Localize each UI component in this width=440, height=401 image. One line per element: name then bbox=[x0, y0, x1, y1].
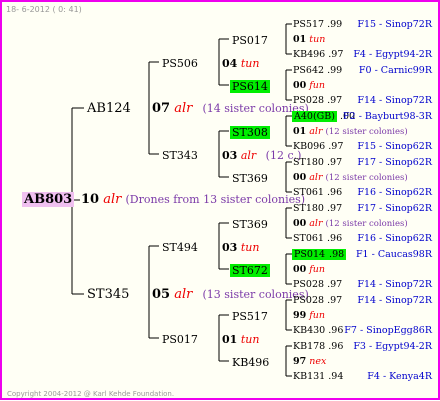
node-l3-ps517: PS517 bbox=[232, 310, 268, 323]
l4-origin-8: F15 - Sinop62R bbox=[357, 141, 432, 152]
l4-row-8: KB096 .97 bbox=[293, 141, 344, 152]
l4-origin-9: F17 - Sinop62R bbox=[357, 157, 432, 168]
l4-row-3: PS642 .99 bbox=[293, 65, 343, 76]
st308-label: ST308 bbox=[230, 126, 270, 139]
l4-origin-2: F4 - Egypt94-2R bbox=[353, 49, 432, 60]
l4-row-18: PS028 .97 bbox=[293, 295, 343, 306]
l4-row-22: 97 nex bbox=[293, 356, 327, 367]
node-l3-st369b: ST369 bbox=[232, 218, 268, 231]
ps506-tag: tun bbox=[240, 57, 260, 70]
st494-tag: tun bbox=[240, 241, 260, 254]
l4-origin-3: F0 - Carnic99R bbox=[358, 65, 432, 76]
l4-row-7: 01 alr (12 sister colonies) bbox=[293, 126, 408, 137]
node-l3-kb496: KB496 bbox=[232, 356, 270, 369]
st345-tag: alr bbox=[174, 287, 193, 302]
ps506-gen: 04 bbox=[222, 57, 238, 70]
l4-origin-0: F15 - Sinop72R bbox=[357, 19, 432, 30]
l4-row-10: 00 alr (12 sister colonies) bbox=[293, 172, 408, 183]
l4-row-19: 99 fun bbox=[293, 310, 326, 321]
node-st345: ST345 bbox=[87, 287, 130, 302]
root-gen: 10 bbox=[81, 192, 100, 207]
l4-origin-23: F4 - Kenya4R bbox=[367, 371, 432, 382]
mating-st345: 05 alr (13 sister colonies) bbox=[152, 287, 309, 302]
l4-origin-5: F14 - Sinop72R bbox=[357, 95, 432, 106]
mating-ps017: 01 tun bbox=[222, 333, 259, 346]
node-l3-st672: ST672 bbox=[230, 264, 270, 277]
copyright: Copyright 2004-2012 @ Karl Kehde Foundat… bbox=[7, 390, 175, 398]
root-tag: alr bbox=[103, 192, 122, 207]
l4-row-17: PS028 .97 bbox=[293, 279, 343, 290]
node-st343: ST343 bbox=[162, 149, 198, 162]
l4-row-11: ST061 .96 bbox=[293, 187, 343, 198]
node-ab124: AB124 bbox=[87, 101, 131, 116]
st672-label: ST672 bbox=[230, 264, 270, 277]
l4-row-14: ST061 .96 bbox=[293, 233, 343, 244]
node-ps506: PS506 bbox=[162, 57, 198, 70]
l4-row-21: KB178 .96 bbox=[293, 341, 344, 352]
root-mating: 10 alr (Drones from 13 sister colonies) bbox=[81, 192, 305, 207]
st345-gen: 05 bbox=[152, 287, 171, 302]
node-l3-ps614: PS614 bbox=[230, 80, 270, 93]
l4-row-15: PS014.98 bbox=[292, 249, 347, 260]
root-id: AB803 bbox=[22, 192, 75, 207]
st343-gen: 03 bbox=[222, 149, 238, 162]
ps017-gen: 01 bbox=[222, 333, 238, 346]
l4-row-5: PS028 .97 bbox=[293, 95, 343, 106]
l4-row-1: 01 tun bbox=[293, 34, 326, 45]
l4-origin-17: F14 - Sinop72R bbox=[357, 279, 432, 290]
pedigree-frame: 18- 6-2012 ( 0: 41) AB803 10 alr (Drones… bbox=[0, 0, 440, 400]
mating-st343: 03 alr (12 c.) bbox=[222, 149, 301, 162]
l4-row-12: ST180 .97 bbox=[293, 203, 343, 214]
node-l3-ps017: PS017 bbox=[232, 34, 268, 47]
node-ps017: PS017 bbox=[162, 333, 198, 346]
l4-origin-6: F2 - Bayburt98-3R bbox=[343, 111, 432, 122]
l4-origin-15: F1 - Caucas98R bbox=[355, 249, 432, 260]
l4-row-16: 00 fun bbox=[293, 264, 326, 275]
l4-row-20: KB430 .96 bbox=[293, 325, 344, 336]
ab124-tag: alr bbox=[174, 101, 193, 116]
l4-origin-12: F17 - Sinop62R bbox=[357, 203, 432, 214]
l4-origin-18: F14 - Sinop72R bbox=[357, 295, 432, 306]
ab124-gen: 07 bbox=[152, 101, 171, 116]
l4-row-4: 00 fun bbox=[293, 80, 326, 91]
root-note: (Drones from 13 sister colonies) bbox=[125, 193, 306, 206]
mating-ab124: 07 alr (14 sister colonies) bbox=[152, 101, 309, 116]
l4-row-13: 00 alr (12 sister colonies) bbox=[293, 218, 408, 229]
ps614-label: PS614 bbox=[230, 80, 270, 93]
print-date: 18- 6-2012 ( 0: 41) bbox=[6, 5, 82, 14]
st343-tag: alr bbox=[240, 149, 257, 162]
l4-origin-14: F16 - Sinop62R bbox=[357, 233, 432, 244]
ps017-tag: tun bbox=[240, 333, 260, 346]
l4-row-0: PS517 .99 bbox=[293, 19, 343, 30]
l4-origin-11: F16 - Sinop62R bbox=[357, 187, 432, 198]
l4-origin-21: F3 - Egypt94-2R bbox=[353, 341, 432, 352]
root-node: AB803 bbox=[22, 192, 75, 207]
l4-origin-20: F7 - SinopEgg86R bbox=[344, 325, 432, 336]
st494-gen: 03 bbox=[222, 241, 238, 254]
node-l3-st308: ST308 bbox=[230, 126, 270, 139]
mating-ps506: 04 tun bbox=[222, 57, 259, 70]
l4-row-23: KB131 .94 bbox=[293, 371, 344, 382]
node-l3-st369a: ST369 bbox=[232, 172, 268, 185]
node-st494: ST494 bbox=[162, 241, 198, 254]
mating-st494: 03 tun bbox=[222, 241, 259, 254]
l4-row-9: ST180 .97 bbox=[293, 157, 343, 168]
l4-row-2: KB496 .97 bbox=[293, 49, 344, 60]
